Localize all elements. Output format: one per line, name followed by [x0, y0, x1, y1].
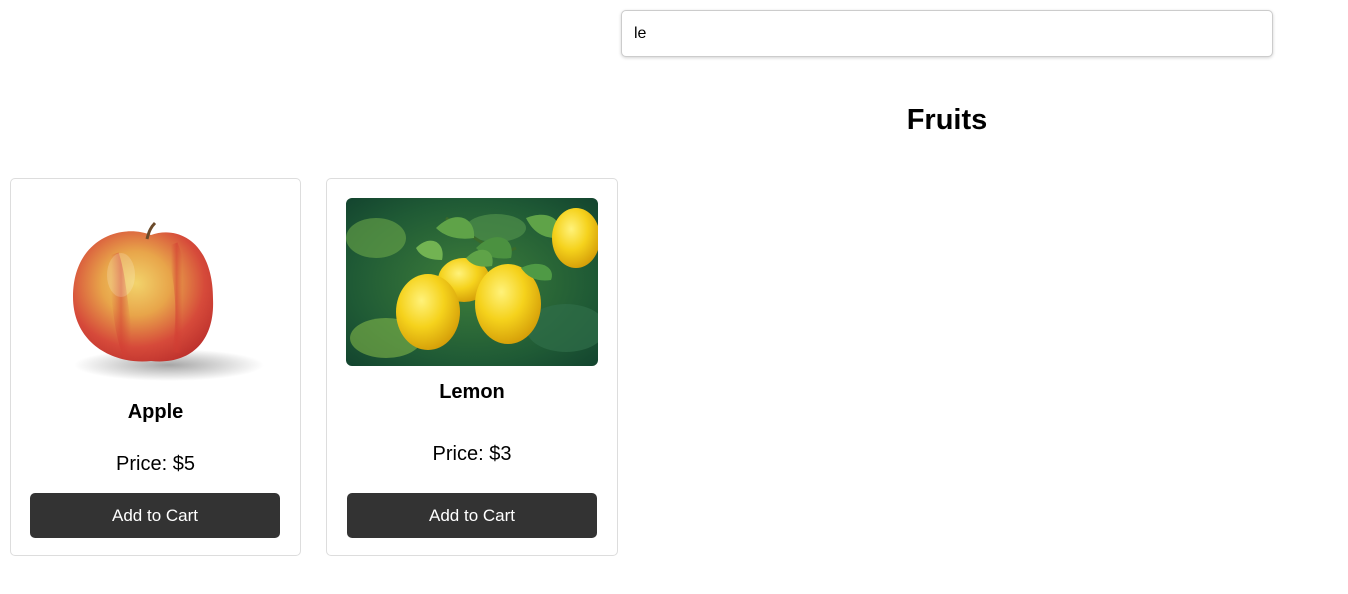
product-price: Price: $5 [116, 453, 195, 475]
lemon-image [346, 198, 598, 366]
product-card-apple: Apple Price: $5 Add to Cart [10, 178, 301, 556]
product-price: Price: $3 [432, 443, 512, 465]
product-card-lemon: Lemon Price: $3 Add to Cart [326, 178, 618, 556]
apple-image [51, 205, 271, 391]
add-to-cart-button[interactable]: Add to Cart [347, 493, 597, 538]
section-title: Fruits [906, 104, 988, 136]
page: Fruits [0, 0, 1348, 594]
add-to-cart-button[interactable]: Add to Cart [30, 493, 280, 538]
search-input[interactable] [621, 10, 1273, 57]
product-name: Lemon [439, 381, 505, 403]
product-name: Apple [127, 401, 184, 423]
